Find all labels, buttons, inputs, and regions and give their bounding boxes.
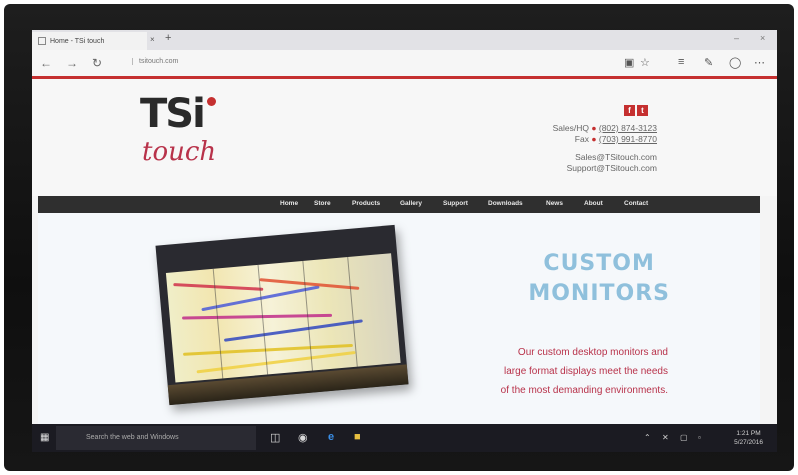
contact-info: Sales/HQ ● (802) 874-3123 Fax ● (703) 99… bbox=[553, 123, 657, 174]
back-arrow-icon[interactable]: ← bbox=[40, 56, 52, 70]
volume-icon[interactable]: ▢ bbox=[680, 433, 688, 442]
twitter-icon[interactable]: t bbox=[637, 105, 648, 116]
windows-start-icon[interactable]: ▦ bbox=[40, 432, 49, 443]
web-note-icon[interactable]: ✎ bbox=[704, 56, 713, 69]
share-icon[interactable]: ◯ bbox=[729, 56, 741, 69]
sales-label: Sales/HQ bbox=[552, 123, 589, 133]
reading-view-icon[interactable]: ▣ bbox=[624, 56, 634, 69]
screen: Home - TSi touch × + – × ← → ↻ tsitouch.… bbox=[32, 30, 777, 452]
tab-favicon-icon bbox=[38, 37, 46, 45]
new-tab-button[interactable]: + bbox=[165, 32, 171, 44]
fax-line: Fax ● (703) 991-8770 bbox=[553, 134, 657, 145]
bullet: ● bbox=[591, 123, 597, 133]
fax-label: Fax bbox=[574, 134, 589, 144]
hero-text-line2: large format displays meet the needs bbox=[504, 366, 668, 377]
logo-wordmark[interactable]: TSi bbox=[140, 91, 206, 137]
browser-tab-bar: Home - TSi touch × + – × bbox=[32, 30, 777, 50]
edge-icon[interactable]: e bbox=[328, 431, 334, 443]
refresh-icon[interactable]: ↻ bbox=[92, 56, 102, 70]
sales-phone-link[interactable]: (802) 874-3123 bbox=[599, 123, 657, 133]
minimize-button[interactable]: – bbox=[734, 33, 739, 43]
site-header: TSi touch f t Sales/HQ ● (802) 874-3123 … bbox=[32, 79, 777, 196]
notification-icon[interactable]: ▫ bbox=[698, 433, 701, 442]
nav-downloads[interactable]: Downloads bbox=[488, 200, 523, 207]
close-window-button[interactable]: × bbox=[760, 33, 765, 43]
file-explorer-icon[interactable]: ■ bbox=[354, 431, 361, 443]
task-view-icon[interactable]: ◫ bbox=[270, 431, 280, 444]
favorite-star-icon[interactable]: ☆ bbox=[640, 56, 650, 69]
hero-title-line1: CUSTOM bbox=[543, 251, 655, 276]
nav-support[interactable]: Support bbox=[443, 200, 468, 207]
hero-text-line3: of the most demanding environments. bbox=[500, 385, 668, 396]
site-nav: Home Store Products Gallery Support Down… bbox=[38, 196, 760, 213]
logo-script[interactable]: touch bbox=[142, 137, 216, 167]
hero-banner: CUSTOM MONITORS Our custom desktop monit… bbox=[38, 213, 760, 424]
browser-tab[interactable]: Home - TSi touch bbox=[32, 32, 147, 50]
support-email-link[interactable]: Support@TSitouch.com bbox=[553, 163, 657, 174]
nav-home[interactable]: Home bbox=[280, 200, 298, 207]
more-icon[interactable]: ⋯ bbox=[754, 56, 765, 69]
nav-news[interactable]: News bbox=[546, 200, 563, 207]
hero-title: CUSTOM MONITORS bbox=[528, 249, 670, 309]
forward-arrow-icon[interactable]: → bbox=[66, 56, 78, 70]
clock-time: 1:21 PM bbox=[736, 430, 761, 437]
fax-phone-link[interactable]: (703) 991-8770 bbox=[599, 134, 657, 144]
hero-text-line1: Our custom desktop monitors and bbox=[517, 347, 668, 358]
hero-description: Our custom desktop monitors and large fo… bbox=[501, 343, 668, 400]
nav-contact[interactable]: Contact bbox=[624, 200, 648, 207]
sales-email-link[interactable]: Sales@TSitouch.com bbox=[553, 152, 657, 163]
facebook-icon[interactable]: f bbox=[624, 105, 635, 116]
nav-store[interactable]: Store bbox=[314, 200, 331, 207]
close-tab-icon[interactable]: × bbox=[150, 35, 155, 44]
taskbar-search-box[interactable]: Search the web and Windows bbox=[56, 426, 256, 450]
nav-about[interactable]: About bbox=[584, 200, 603, 207]
clock-date: 5/27/2016 bbox=[734, 439, 763, 446]
nav-products[interactable]: Products bbox=[352, 200, 380, 207]
address-bar[interactable]: tsitouch.com bbox=[132, 58, 178, 65]
video-wall-photo bbox=[155, 224, 409, 406]
logo-dot bbox=[207, 97, 216, 106]
social-links: f t bbox=[624, 105, 648, 116]
network-icon[interactable]: ✕ bbox=[662, 433, 669, 442]
tab-title: Home - TSi touch bbox=[50, 37, 105, 45]
taskbar-clock[interactable]: 1:21 PM 5/27/2016 bbox=[734, 429, 763, 447]
hero-title-line2: MONITORS bbox=[528, 281, 670, 306]
nav-gallery[interactable]: Gallery bbox=[400, 200, 422, 207]
hub-icon[interactable]: ≡ bbox=[678, 56, 684, 68]
tray-chevron-icon[interactable]: ⌃ bbox=[644, 433, 651, 442]
windows-taskbar: ▦ Search the web and Windows ◫ ◉ e ■ ⌃ ✕… bbox=[32, 424, 777, 452]
bullet: ● bbox=[591, 134, 597, 144]
sales-line: Sales/HQ ● (802) 874-3123 bbox=[553, 123, 657, 134]
store-icon[interactable]: ◉ bbox=[298, 431, 308, 444]
browser-nav-bar: ← → ↻ tsitouch.com ▣ ☆ ≡ ✎ ◯ ⋯ bbox=[32, 50, 777, 77]
